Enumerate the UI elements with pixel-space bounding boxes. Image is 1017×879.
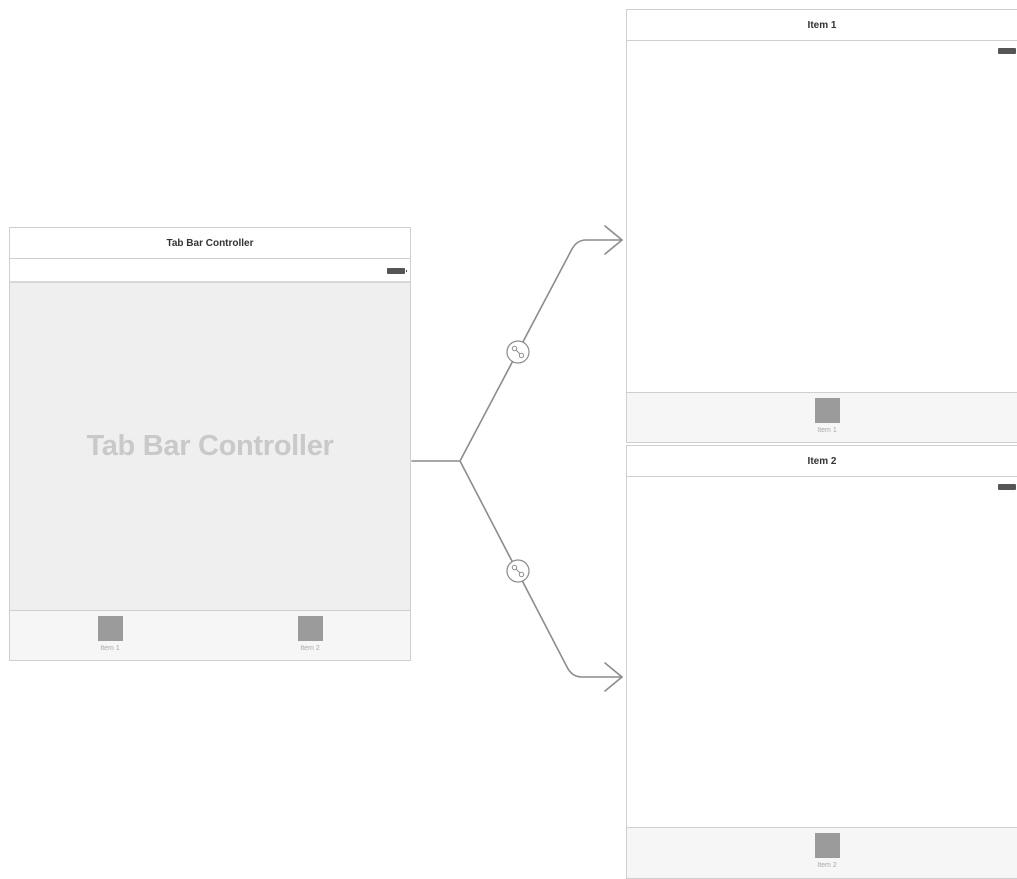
relationship-segue-icon[interactable] — [506, 559, 530, 583]
relationship-segue-icon[interactable] — [506, 340, 530, 364]
segue-connectors — [411, 225, 623, 692]
segue-line-item-2[interactable] — [459, 460, 623, 678]
